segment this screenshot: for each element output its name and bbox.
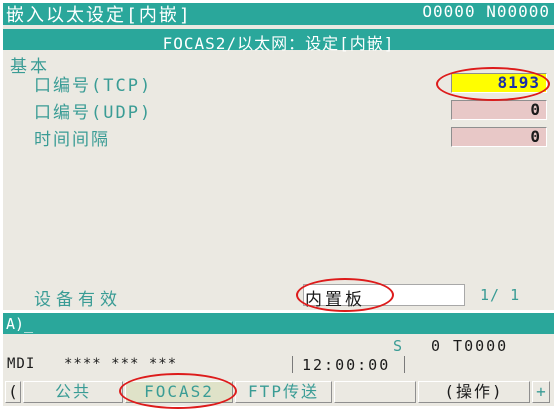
time-interval-label: 时间间隔: [34, 130, 110, 150]
softkey-prev[interactable]: (: [5, 381, 21, 403]
device-highlight-annotation: [296, 278, 394, 312]
tcp-highlight-annotation: [436, 67, 550, 101]
screen-title: 嵌入以太设定[内嵌]: [6, 5, 192, 26]
udp-port-field[interactable]: 0: [451, 100, 547, 120]
udp-port-label: 口编号(UDP): [34, 103, 153, 123]
mode-indicator: MDI: [7, 356, 36, 372]
page-indicator: 1/ 1: [480, 286, 521, 304]
softkey-operation[interactable]: (操作): [418, 381, 530, 403]
spindle-tool-value: 0 T0000: [431, 337, 509, 355]
spindle-label: S: [393, 337, 403, 355]
input-prompt: A)_: [6, 315, 34, 333]
device-valid-label: 设备有效: [34, 290, 122, 310]
softkey-ftp-transfer[interactable]: FTP传送: [235, 381, 332, 403]
status-divider: [404, 356, 405, 373]
status-divider: [292, 356, 293, 373]
tcp-port-label: 口编号(TCP): [34, 76, 153, 96]
sub-header-bar: FOCAS2/以太网：设定[内嵌]: [3, 29, 554, 53]
sub-header-title: FOCAS2/以太网：设定[内嵌]: [162, 34, 395, 53]
softkey-blank[interactable]: [334, 381, 416, 403]
program-number: O0000 N00000: [422, 2, 550, 21]
clock: 12:00:00: [302, 356, 391, 374]
machine-state: **** *** ***: [64, 356, 178, 372]
input-line-bar[interactable]: [3, 313, 554, 334]
softkey-common[interactable]: 公共: [23, 381, 123, 403]
focas2-highlight-annotation: [119, 373, 237, 409]
softkey-next[interactable]: +: [532, 381, 550, 403]
time-interval-field[interactable]: 0: [451, 127, 547, 147]
